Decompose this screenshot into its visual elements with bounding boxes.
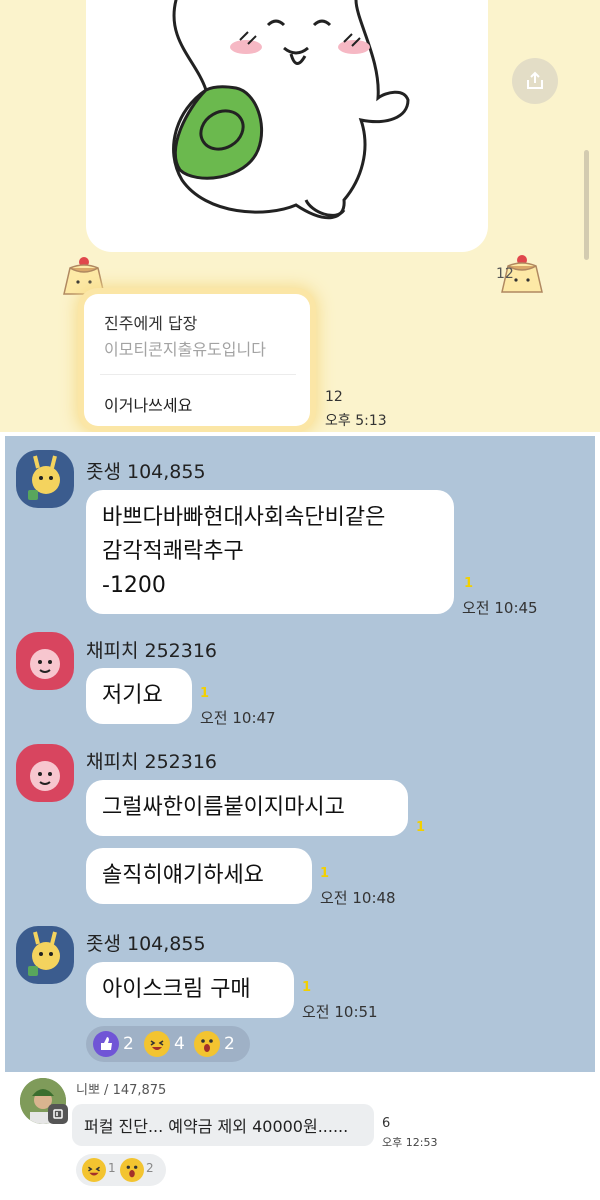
laughing-face-icon[interactable] <box>82 1158 106 1182</box>
unread-count: 6 <box>382 1116 391 1131</box>
reply-divider <box>100 374 296 375</box>
surprised-face-icon[interactable] <box>194 1031 220 1057</box>
laughing-face-icon[interactable] <box>144 1031 170 1057</box>
message-text: 아이스크림 구매 <box>102 977 251 1002</box>
avatar[interactable] <box>16 926 74 984</box>
unread-count: 1 <box>320 866 330 881</box>
level-badge <box>48 1104 68 1124</box>
message-line: 감각적쾌락추구 <box>102 539 244 564</box>
sender-name: 좃생 104,855 <box>86 933 206 955</box>
unread-count: 1 <box>464 576 474 591</box>
sticker-message[interactable] <box>86 0 488 252</box>
bunny-avatar-icon <box>28 455 60 500</box>
message-text: 그럴싸한이름붙이지마시고 <box>102 795 345 820</box>
avatar[interactable] <box>16 632 74 690</box>
reaction-count: 1 <box>108 1161 116 1175</box>
reply-target-label: 진주에게 답장 <box>104 314 198 333</box>
comment-reactions-bar[interactable]: 1 2 <box>76 1154 166 1186</box>
sticker-unread-count: 12 <box>496 266 514 282</box>
thumbs-up-icon[interactable] <box>93 1031 119 1057</box>
comment-author: 니뽀 / 147,875 <box>76 1083 167 1098</box>
reaction-count: 4 <box>174 1034 185 1054</box>
unread-count: 1 <box>416 820 426 835</box>
message-text: 솔직히얘기하세요 <box>102 863 264 888</box>
comment-text: 퍼컬 진단... 예약금 제외 40000원...... <box>84 1117 349 1136</box>
chat-panel-yellow: 12 진주에게 답장 이모티콘지출유도입니다 이거나쓰세요 12 오후 5:13 <box>0 0 600 432</box>
message-timestamp: 오전 10:51 <box>302 1003 378 1021</box>
surprised-face-icon[interactable] <box>120 1158 144 1182</box>
reaction-count: 2 <box>146 1161 154 1175</box>
reaction-count: 2 <box>123 1034 134 1054</box>
reactions-bar[interactable]: 2 4 2 <box>86 1026 250 1062</box>
comment-timestamp: 오후 12:53 <box>382 1136 438 1149</box>
sender-name: 채피치 252316 <box>86 751 218 773</box>
message-bubble[interactable]: 그럴싸한이름붙이지마시고 <box>86 780 408 836</box>
message-text: 저기요 <box>102 683 163 708</box>
comment-bubble[interactable]: 퍼컬 진단... 예약금 제외 40000원...... <box>72 1104 374 1146</box>
bunny-sticker-drawing <box>172 0 410 220</box>
bunny-avatar-icon <box>28 931 60 976</box>
reaction-count: 2 <box>224 1034 235 1054</box>
peach-avatar-icon <box>30 761 60 791</box>
reply-text: 이거나쓰세요 <box>104 396 193 415</box>
sender-name: 채피치 252316 <box>86 640 218 662</box>
unread-count: 12 <box>325 389 343 405</box>
message-bubble[interactable]: 아이스크림 구매 <box>86 962 294 1018</box>
avatar[interactable] <box>16 744 74 802</box>
unread-count: 1 <box>200 686 210 701</box>
sender-name: 좃생 104,855 <box>86 461 206 483</box>
scrollbar-thumb[interactable] <box>584 150 589 260</box>
unread-count: 1 <box>302 980 312 995</box>
message-bubble[interactable]: 바쁘다바빠현대사회속단비같은 감각적쾌락추구 -1200 <box>86 490 454 614</box>
message-bubble[interactable]: 솔직히얘기하세요 <box>86 848 312 904</box>
reply-quoted-text[interactable]: 이모티콘지출유도입니다 <box>104 336 266 360</box>
share-icon <box>527 71 543 89</box>
message-bubble[interactable]: 저기요 <box>86 668 192 724</box>
share-button[interactable] <box>512 58 558 104</box>
peach-avatar-icon <box>30 649 60 679</box>
message-timestamp: 오전 10:48 <box>320 889 396 907</box>
message-timestamp: 오전 10:47 <box>200 709 276 727</box>
avatar[interactable] <box>16 450 74 508</box>
message-timestamp: 오전 10:45 <box>462 599 538 617</box>
message-line: -1200 <box>102 573 166 598</box>
message-timestamp: 오후 5:13 <box>325 413 387 429</box>
message-line: 바쁘다바빠현대사회속단비같은 <box>102 505 386 530</box>
